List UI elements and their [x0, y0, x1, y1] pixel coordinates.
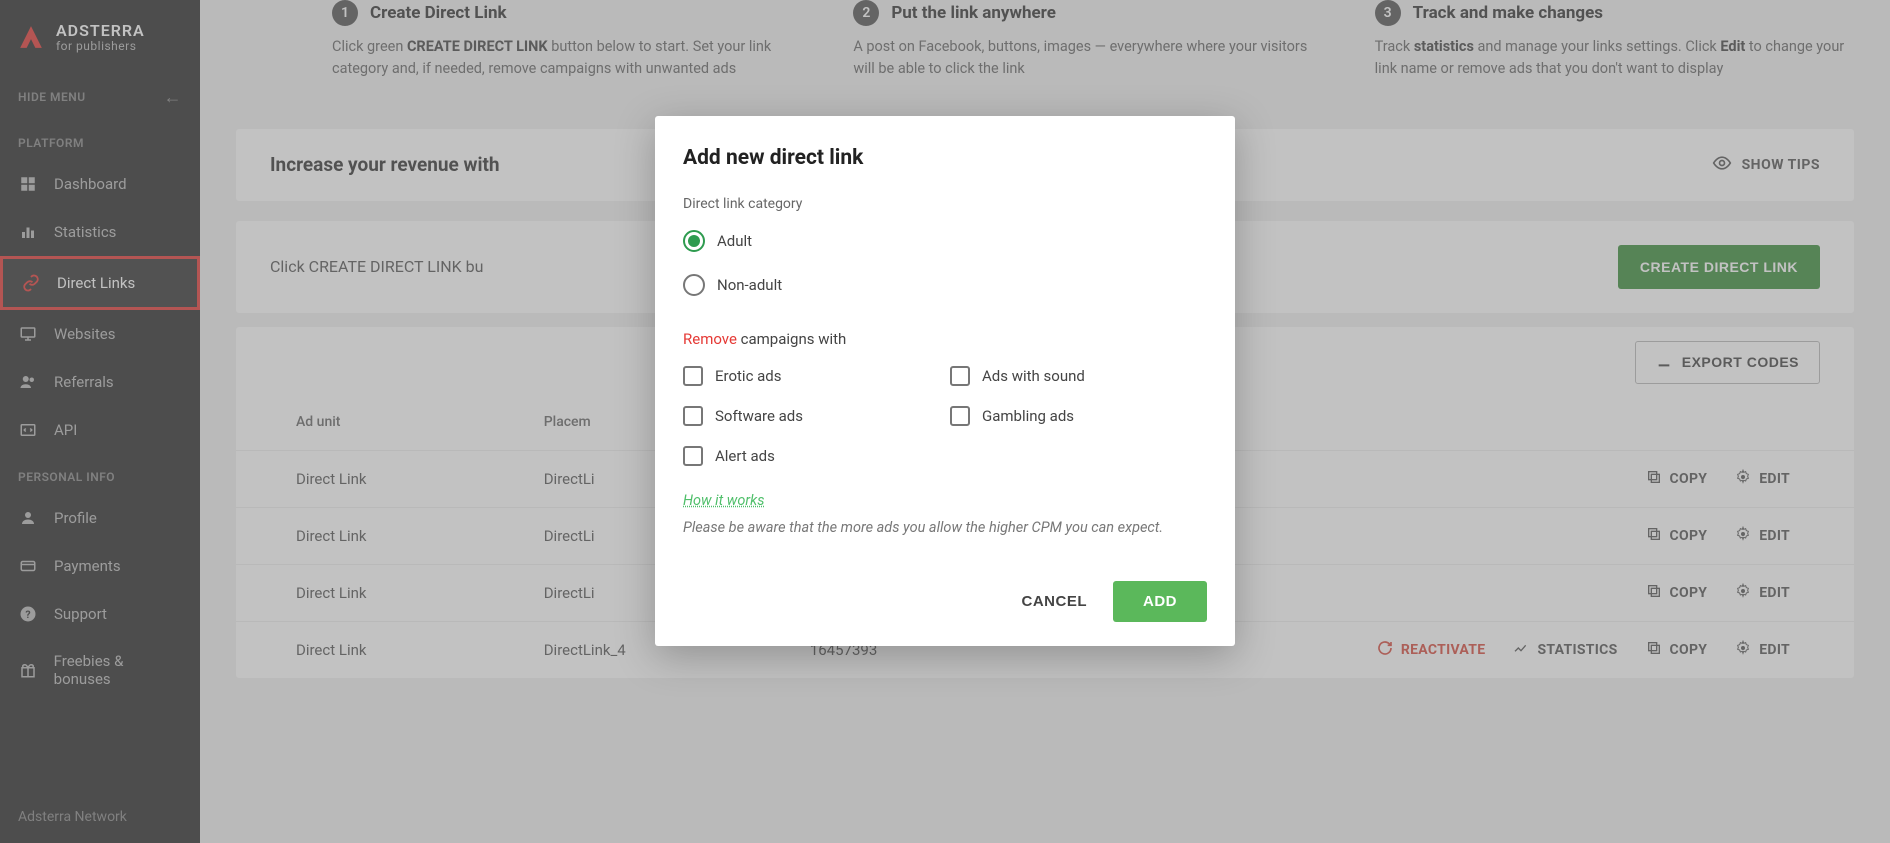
checkbox-erotic[interactable]: Erotic ads — [683, 366, 940, 386]
modal-overlay[interactable]: Add new direct link Direct link category… — [0, 0, 1890, 843]
checkbox-gambling[interactable]: Gambling ads — [950, 406, 1207, 426]
checkbox-sound[interactable]: Ads with sound — [950, 366, 1207, 386]
add-direct-link-modal: Add new direct link Direct link category… — [655, 116, 1235, 646]
checkbox-alert[interactable]: Alert ads — [683, 446, 940, 466]
checkbox-icon — [683, 366, 703, 386]
cpm-note: Please be aware that the more ads you al… — [683, 517, 1207, 539]
checkbox-icon — [950, 406, 970, 426]
category-label: Direct link category — [683, 196, 1207, 212]
radio-label: Non-adult — [717, 276, 782, 294]
remove-campaigns-label: Remove campaigns with — [683, 330, 1207, 348]
modal-title: Add new direct link — [683, 146, 1207, 170]
how-it-works-link[interactable]: How it works — [683, 492, 765, 509]
add-button[interactable]: ADD — [1113, 581, 1207, 622]
checkbox-icon — [950, 366, 970, 386]
radio-non-adult[interactable]: Non-adult — [683, 274, 1207, 296]
radio-unchecked-icon — [683, 274, 705, 296]
radio-checked-icon — [683, 230, 705, 252]
checkbox-software[interactable]: Software ads — [683, 406, 940, 426]
checkbox-icon — [683, 446, 703, 466]
checkbox-icon — [683, 406, 703, 426]
cancel-button[interactable]: CANCEL — [1022, 593, 1088, 610]
radio-label: Adult — [717, 232, 752, 250]
radio-adult[interactable]: Adult — [683, 230, 1207, 252]
